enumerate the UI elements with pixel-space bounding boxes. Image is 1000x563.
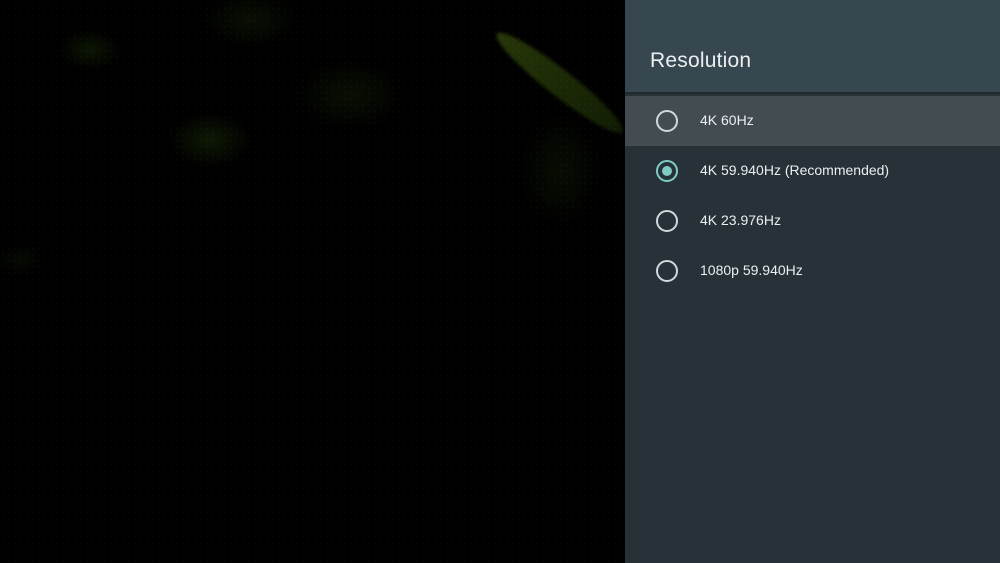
- radio-unchecked-icon[interactable]: [656, 260, 678, 282]
- option-4k-59940hz-recommended[interactable]: 4K 59.940Hz (Recommended): [625, 146, 1000, 196]
- option-4k-60hz[interactable]: 4K 60Hz: [625, 96, 1000, 146]
- option-label: 4K 23.976Hz: [700, 212, 781, 228]
- radio-checked-icon[interactable]: [656, 160, 678, 182]
- option-1080p-59940hz[interactable]: 1080p 59.940Hz: [625, 246, 1000, 296]
- resolution-settings-panel: Resolution 4K 60Hz 4K 59.940Hz (Recommen…: [625, 0, 1000, 563]
- resolution-option-list: 4K 60Hz 4K 59.940Hz (Recommended) 4K 23.…: [625, 96, 1000, 296]
- background-texture: [0, 0, 625, 563]
- option-label: 4K 59.940Hz (Recommended): [700, 162, 890, 178]
- option-4k-23976hz[interactable]: 4K 23.976Hz: [625, 196, 1000, 246]
- radio-unchecked-icon[interactable]: [656, 110, 678, 132]
- background-artwork: [0, 0, 625, 563]
- option-label: 4K 60Hz: [700, 112, 754, 128]
- radio-unchecked-icon[interactable]: [656, 210, 678, 232]
- panel-header: Resolution: [625, 0, 1000, 94]
- panel-title: Resolution: [650, 49, 752, 72]
- tv-settings-screen: Resolution 4K 60Hz 4K 59.940Hz (Recommen…: [0, 0, 1000, 563]
- option-label: 1080p 59.940Hz: [700, 262, 803, 278]
